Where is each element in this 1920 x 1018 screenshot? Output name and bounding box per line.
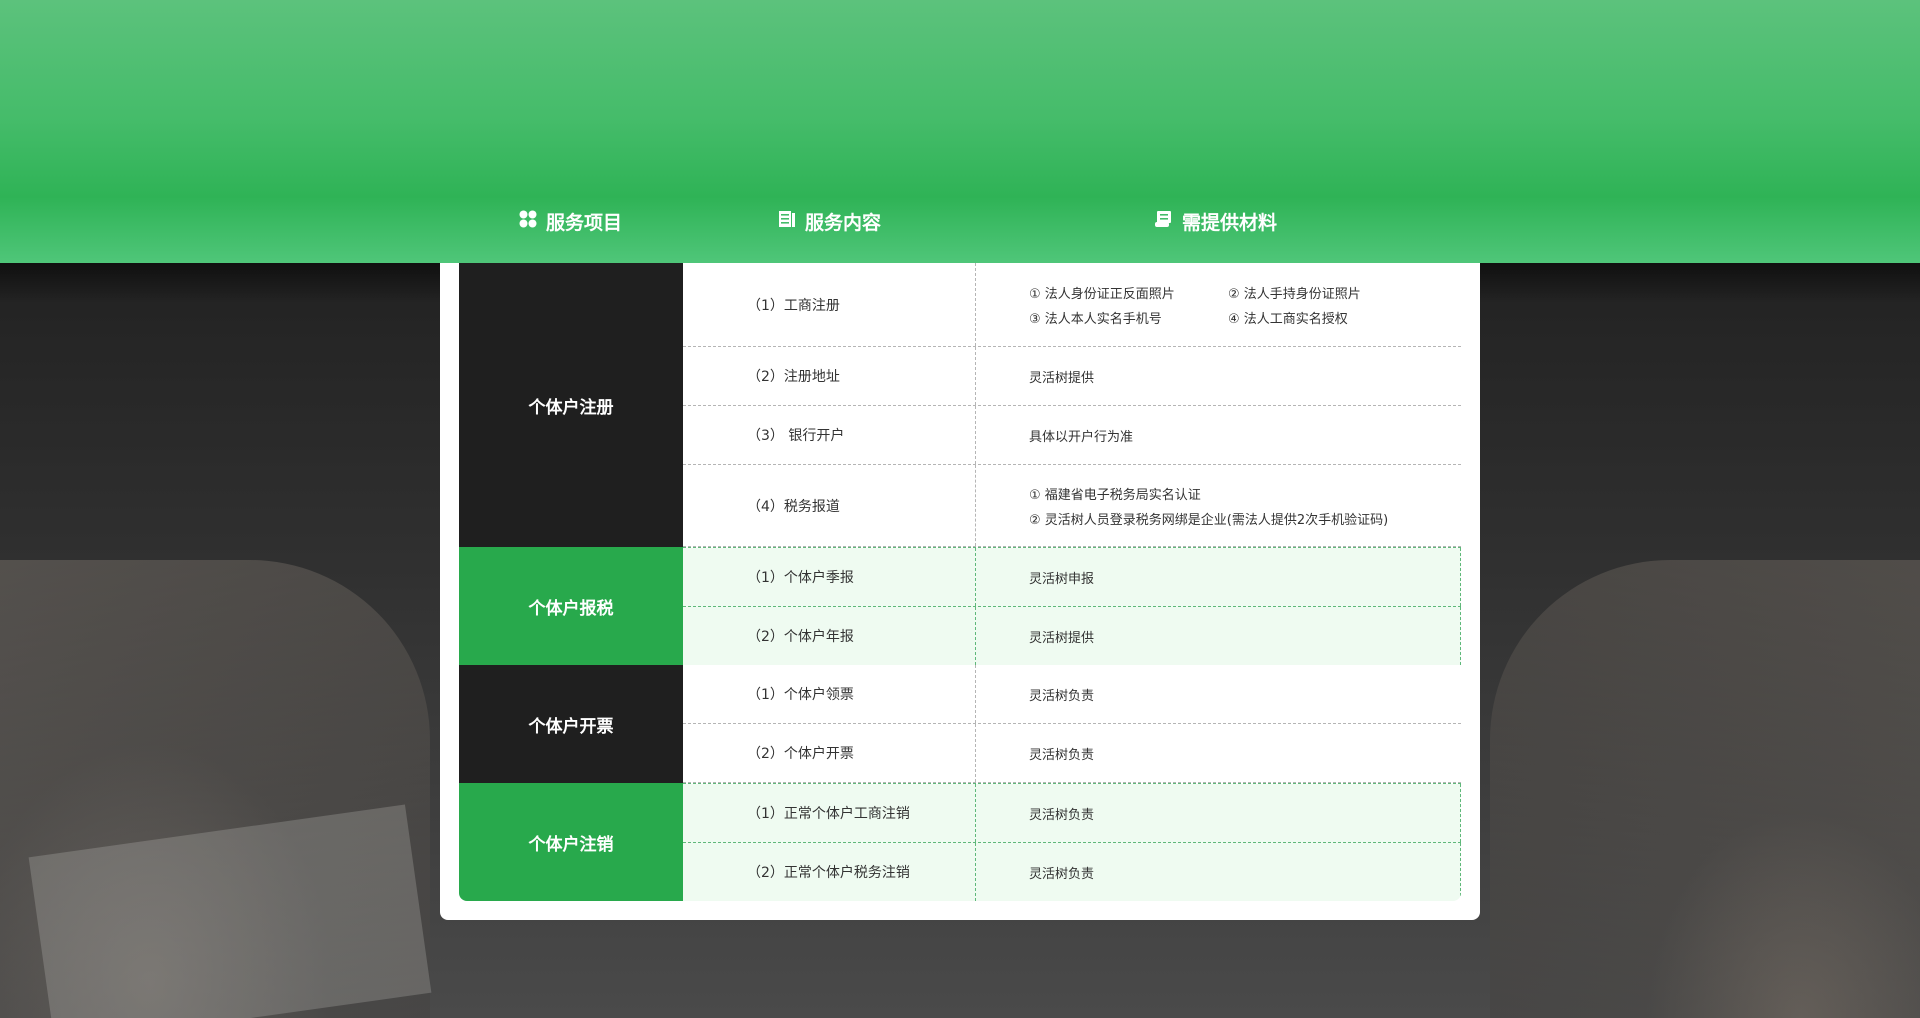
table-row: （2）个体户开票 灵活树负责 — [683, 724, 1461, 783]
group-invoicing: 个体户开票 （1）个体户领票 灵活树负责 （2）个体户开票 灵活树负责 — [459, 665, 1461, 783]
document-icon — [777, 209, 797, 234]
materials-cell: ① 福建省电子税务局实名认证 ② 灵活树人员登录税务网绑是企业(需法人提供2次手… — [976, 465, 1461, 546]
materials-cell: 灵活树提供 — [1029, 370, 1095, 386]
service-content-cell: （2）个体户年报 — [683, 607, 976, 665]
group-cancellation: 个体户注销 （1）正常个体户工商注销 灵活树负责 （2）正常个体户税务注销 灵活… — [459, 783, 1461, 901]
service-content-cell: （3） 银行开户 — [683, 406, 976, 464]
header-service-item: 服务项目 — [518, 208, 622, 235]
group-tax-filing: 个体户报税 （1）个体户季报 灵活树申报 （2）个体户年报 灵活树提供 — [459, 547, 1461, 666]
materials-cell: 灵活树负责 — [1029, 747, 1095, 763]
header-materials-label: 需提供材料 — [1182, 212, 1278, 234]
table-row: （1）个体户领票 灵活树负责 — [683, 665, 1461, 724]
table-row: （2）注册地址 灵活树提供 — [683, 347, 1461, 406]
table-row: （2）个体户年报 灵活树提供 — [683, 607, 1461, 666]
table-row: （2）正常个体户税务注销 灵活树负责 — [683, 843, 1461, 901]
table-header: 服务项目 服务内容 需提供材料 — [0, 208, 1920, 238]
service-content-cell: （2）个体户开票 — [683, 724, 976, 782]
service-content-cell: （4）税务报道 — [683, 465, 976, 546]
background-person-right — [1490, 560, 1920, 1018]
material-item: ① 法人身份证正反面照片 — [1029, 286, 1175, 302]
table-row: （1）个体户季报 灵活树申报 — [683, 548, 1461, 607]
materials-cell: 灵活树负责 — [976, 843, 1461, 901]
group-registration: 个体户注册 （1）工商注册 ① 法人身份证正反面照片 ② 法人手持身份证照片 ③… — [459, 263, 1461, 547]
service-table: 个体户注册 （1）工商注册 ① 法人身份证正反面照片 ② 法人手持身份证照片 ③… — [459, 263, 1461, 901]
table-row: （1）工商注册 ① 法人身份证正反面照片 ② 法人手持身份证照片 ③ 法人本人实… — [683, 263, 1461, 347]
scroll-icon — [1154, 209, 1174, 234]
materials-cell: 灵活树负责 — [1029, 688, 1095, 704]
group-label: 个体户报税 — [459, 547, 683, 665]
group-label: 个体户注销 — [459, 783, 683, 901]
materials-cell: 灵活树负责 — [976, 784, 1461, 842]
service-content-cell: （1）工商注册 — [683, 263, 976, 346]
service-content-cell: （2）正常个体户税务注销 — [683, 843, 976, 901]
materials-cell: ① 法人身份证正反面照片 ② 法人手持身份证照片 ③ 法人本人实名手机号 ④ 法… — [976, 263, 1461, 346]
material-item: ③ 法人本人实名手机号 — [1029, 311, 1162, 327]
service-content-cell: （1）正常个体户工商注销 — [683, 784, 976, 842]
material-item: ② 法人手持身份证照片 — [1228, 286, 1361, 302]
materials-cell: 灵活树申报 — [976, 548, 1461, 606]
header-service-content-label: 服务内容 — [805, 212, 882, 234]
service-content-cell: （1）个体户领票 — [683, 665, 976, 723]
service-table-card: 个体户注册 （1）工商注册 ① 法人身份证正反面照片 ② 法人手持身份证照片 ③… — [440, 263, 1480, 920]
material-item: ① 福建省电子税务局实名认证 — [1029, 487, 1201, 503]
service-content-cell: （1）个体户季报 — [683, 548, 976, 606]
table-row: （3） 银行开户 具体以开户行为准 — [683, 406, 1461, 465]
group-label: 个体户注册 — [459, 263, 683, 547]
header-service-item-label: 服务项目 — [546, 212, 623, 234]
group-label: 个体户开票 — [459, 665, 683, 783]
material-item: ④ 法人工商实名授权 — [1228, 311, 1348, 327]
grid-icon — [518, 209, 538, 234]
table-row: （1）正常个体户工商注销 灵活树负责 — [683, 784, 1461, 843]
page: 服务项目 服务内容 需提供材料 个体户注册 （1）工商注册 ① 法人身份证正反面… — [0, 0, 1920, 1018]
material-item: ② 灵活树人员登录税务网绑是企业(需法人提供2次手机验证码) — [1029, 512, 1389, 528]
header-materials: 需提供材料 — [1154, 208, 1277, 235]
materials-cell: 灵活树提供 — [976, 607, 1461, 665]
header-service-content: 服务内容 — [777, 208, 881, 235]
service-content-cell: （2）注册地址 — [683, 347, 976, 405]
materials-cell: 具体以开户行为准 — [1029, 429, 1134, 445]
table-row: （4）税务报道 ① 福建省电子税务局实名认证 ② 灵活树人员登录税务网绑是企业(… — [683, 465, 1461, 547]
